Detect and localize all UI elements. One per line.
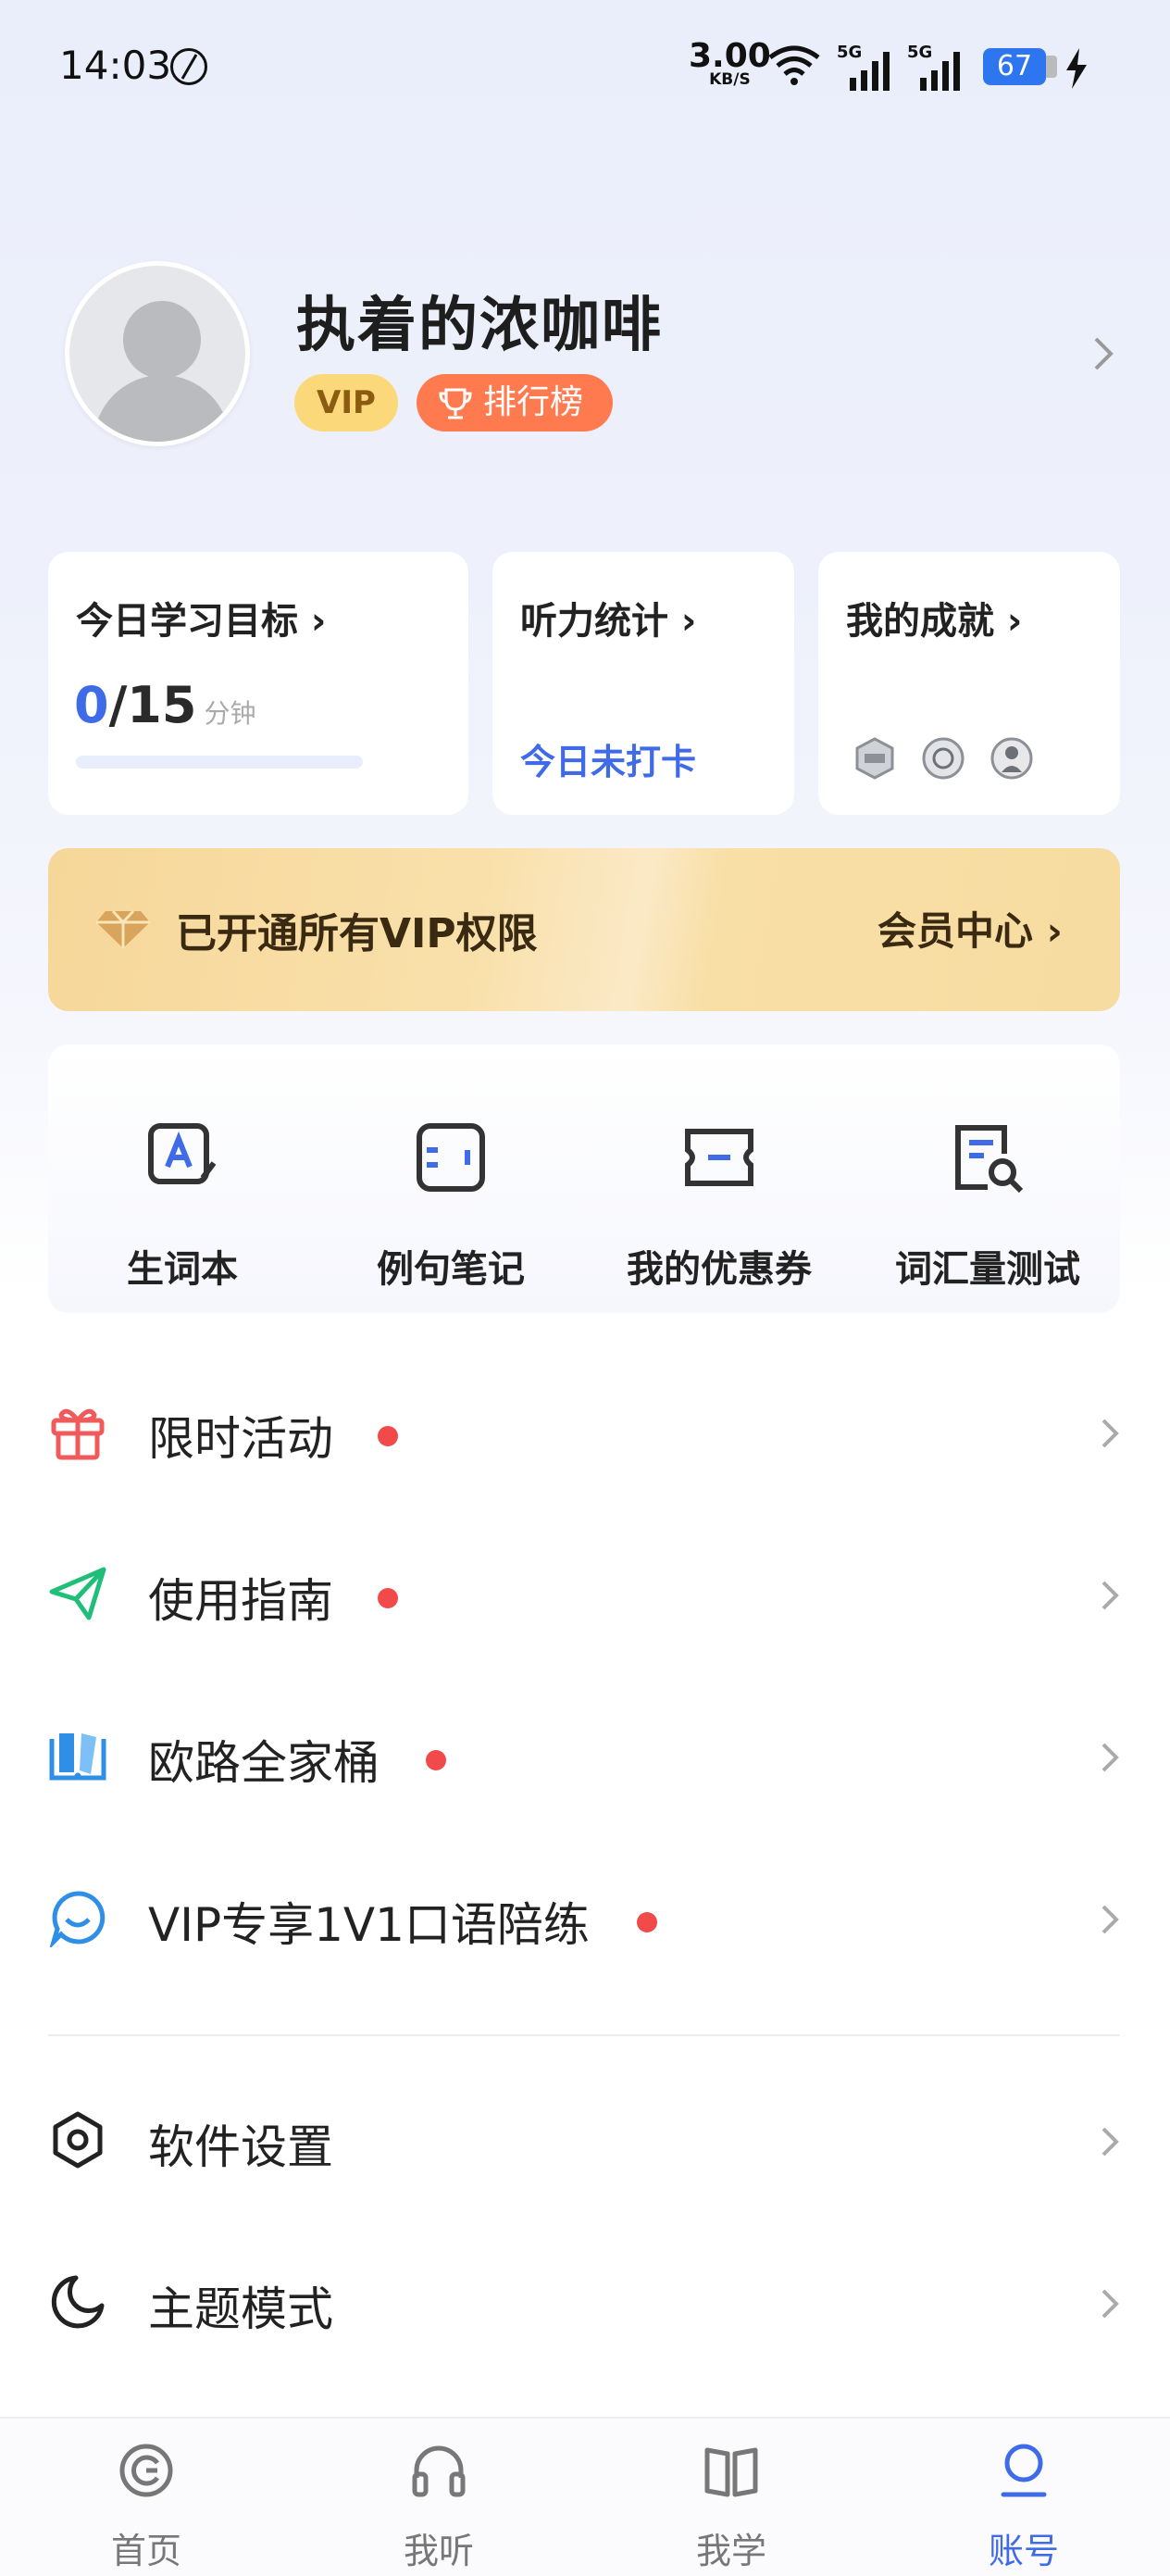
trophy-icon: [439, 388, 472, 419]
battery-icon: 67: [983, 48, 1057, 85]
username[interactable]: 执着的浓咖啡: [296, 278, 663, 363]
menu-label: 限时活动: [148, 1412, 333, 1466]
bottom-navigation: 首页 我听 我学 账号: [0, 2417, 1170, 2576]
menu-item-settings[interactable]: 软件设置: [0, 2062, 1170, 2224]
headphones-icon: [412, 2445, 466, 2497]
daily-goal-card[interactable]: 今日学习目标 › 0/15 分钟: [48, 552, 468, 815]
status-bar: 14:03 3.00 KB/S 5G 5G 67: [0, 0, 1170, 139]
nav-label: 首页: [110, 2531, 181, 2571]
notification-dot: [378, 1588, 398, 1608]
achievements-title: 我的成就 ›: [846, 600, 1023, 643]
home-icon: [119, 2444, 173, 2497]
nav-label: 我听: [403, 2531, 474, 2571]
goal-total: /15: [108, 676, 197, 734]
achievement-badge-2-icon: [922, 737, 965, 780]
chevron-right-icon: [1102, 1905, 1119, 1934]
quick-tools: 生词本 例句笔记 我的优惠券 词汇量测试: [48, 1044, 1120, 1313]
menu-label: 使用指南: [148, 1574, 333, 1628]
nav-listen[interactable]: 我听: [292, 2419, 585, 2576]
member-center-link[interactable]: 会员中心 ›: [878, 900, 1063, 957]
chat-bubble-icon: [49, 1891, 106, 1947]
nav-account[interactable]: 账号: [878, 2419, 1170, 2576]
vocab-book-icon: [148, 1123, 217, 1184]
section-divider: [48, 2034, 1120, 2036]
coupon-icon: [685, 1129, 753, 1186]
chevron-right-icon[interactable]: [1092, 335, 1114, 372]
tool-label: 词汇量测试: [895, 1248, 1080, 1291]
daily-goal-title: 今日学习目标 ›: [76, 600, 327, 643]
settings-hexagon-icon: [53, 2111, 103, 2169]
chevron-right-icon: [1102, 1581, 1119, 1610]
chevron-right-icon: [1102, 1419, 1119, 1448]
chevron-right-icon: [1102, 2127, 1119, 2157]
goal-done: 0: [74, 676, 109, 734]
listening-stats-title: 听力统计 ›: [520, 600, 697, 643]
gift-icon: [51, 1408, 105, 1460]
tool-label: 生词本: [127, 1248, 238, 1291]
network-speed-value: 3.00: [689, 37, 771, 75]
listening-stats-card[interactable]: 听力统计 › 今日未打卡: [492, 552, 794, 815]
vip-banner[interactable]: 已开通所有VIP权限 会员中心 ›: [48, 848, 1120, 1011]
moon-icon: [51, 2275, 105, 2329]
menu-item-theme-mode[interactable]: 主题模式: [0, 2224, 1170, 2386]
charging-icon: [1066, 48, 1087, 89]
menu-item-eudic-suite[interactable]: 欧路全家桶: [0, 1678, 1170, 1840]
notification-dot: [637, 1912, 657, 1932]
menu-label: VIP专享1V1口语陪练: [148, 1898, 590, 1952]
achievements-card[interactable]: 我的成就 ›: [818, 552, 1120, 815]
menu-item-vip-speaking[interactable]: VIP专享1V1口语陪练: [0, 1840, 1170, 2002]
wifi-icon: [768, 45, 820, 85]
nav-home[interactable]: 首页: [0, 2419, 292, 2576]
nav-label: 账号: [988, 2531, 1059, 2571]
vip-badge[interactable]: VIP: [294, 374, 398, 431]
daily-goal-value: 0/15 分钟: [74, 676, 255, 734]
leaderboard-label: 排行榜: [483, 383, 584, 421]
vip-status-text: 已开通所有VIP权限: [176, 910, 538, 957]
open-book-icon: [704, 2447, 758, 2497]
vocab-test-icon: [955, 1125, 1024, 1194]
notification-dot: [378, 1426, 398, 1446]
avatar[interactable]: [65, 261, 250, 446]
nav-label: 我学: [695, 2531, 766, 2571]
leaderboard-button[interactable]: 排行榜: [417, 374, 613, 431]
network-speed: 3.00 KB/S: [689, 40, 771, 90]
menu-label: 欧路全家桶: [148, 1736, 380, 1790]
goal-progress-bar: [76, 756, 363, 769]
achievement-badge-1-icon: [855, 737, 894, 780]
chevron-right-icon: [1102, 1743, 1119, 1772]
menu-item-user-guide[interactable]: 使用指南: [0, 1516, 1170, 1678]
tool-vocab-book[interactable]: 生词本: [48, 1044, 317, 1313]
paper-plane-icon: [49, 1567, 106, 1620]
chevron-right-icon: [1102, 2289, 1119, 2319]
books-icon: [49, 1733, 106, 1781]
tool-vocab-test[interactable]: 词汇量测试: [853, 1044, 1122, 1313]
account-icon: [1001, 2444, 1047, 2497]
tool-label: 例句笔记: [377, 1248, 525, 1291]
notification-dot: [426, 1750, 446, 1770]
nfc-icon: [170, 48, 207, 85]
tool-coupons[interactable]: 我的优惠券: [585, 1044, 853, 1313]
menu-item-limited-events[interactable]: 限时活动: [0, 1354, 1170, 1516]
diamond-icon: [96, 909, 150, 948]
sentence-notes-icon: [417, 1123, 485, 1192]
battery-level: 67: [996, 50, 1033, 82]
status-time: 14:03: [59, 43, 172, 88]
tool-sentence-notes[interactable]: 例句笔记: [317, 1044, 585, 1313]
achievement-badge-3-icon: [990, 737, 1033, 780]
menu-label: 主题模式: [148, 2282, 333, 2336]
checkin-status: 今日未打卡: [520, 742, 697, 782]
menu-label: 软件设置: [148, 2120, 333, 2174]
tool-label: 我的优惠券: [627, 1248, 812, 1291]
nav-learn[interactable]: 我学: [585, 2419, 878, 2576]
goal-unit: 分钟: [204, 698, 256, 729]
